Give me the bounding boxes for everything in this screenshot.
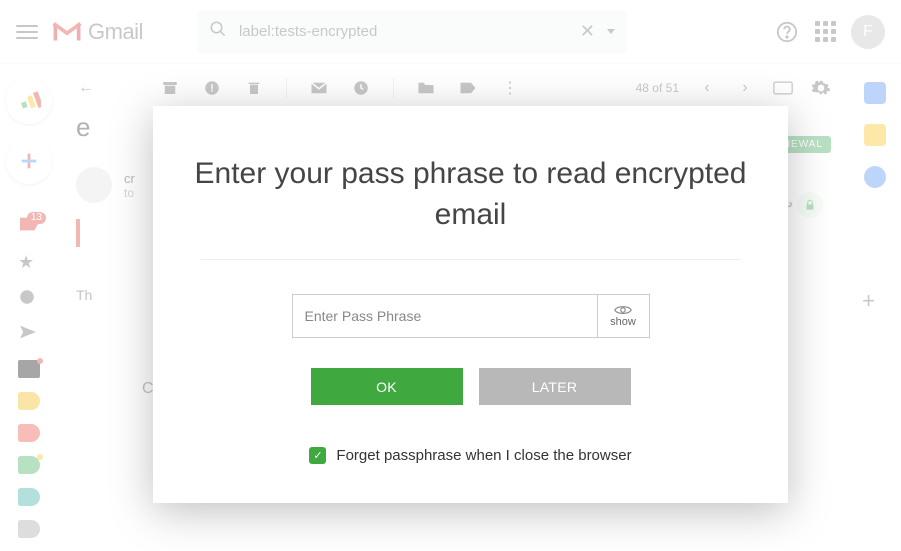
ok-button[interactable]: OK — [311, 368, 463, 405]
input-tools-icon[interactable] — [773, 78, 793, 98]
apps-grid-icon[interactable] — [813, 20, 837, 44]
hamburger-menu-icon[interactable] — [16, 25, 38, 39]
prev-message-icon[interactable]: ‹ — [697, 78, 717, 98]
sender-avatar — [76, 167, 112, 203]
delete-icon[interactable] — [244, 78, 264, 98]
archive-icon[interactable] — [160, 78, 180, 98]
search-bar[interactable]: label:tests-encrypted ✕ — [197, 10, 627, 54]
compose-button[interactable] — [6, 138, 52, 184]
message-counter: 48 of 51 — [636, 81, 679, 95]
tasks-addon-icon[interactable] — [864, 166, 886, 188]
encrypted-lock-icon — [797, 192, 823, 218]
mark-unread-icon[interactable] — [309, 78, 329, 98]
inbox-icon[interactable]: 13 — [18, 216, 40, 238]
snooze-icon[interactable] — [351, 78, 371, 98]
add-addon-icon[interactable]: + — [862, 288, 875, 314]
back-icon[interactable]: ← — [76, 78, 96, 98]
account-avatar[interactable]: F — [851, 15, 885, 49]
snoozed-icon[interactable] — [18, 288, 40, 310]
more-icon[interactable]: ⋮ — [500, 78, 520, 98]
eye-icon — [614, 304, 632, 316]
passphrase-field-group: show — [292, 294, 650, 338]
search-input[interactable]: label:tests-encrypted — [239, 23, 568, 40]
label-teal-icon[interactable] — [18, 488, 40, 506]
dialog-title: Enter your pass phrase to read encrypted… — [193, 154, 748, 235]
divider — [201, 259, 741, 260]
clear-search-icon[interactable]: ✕ — [580, 21, 595, 42]
keep-addon-icon[interactable] — [864, 124, 886, 146]
sender-line: cr — [124, 171, 135, 186]
reply-area[interactable]: C — [142, 380, 154, 398]
spam-icon[interactable] — [202, 78, 222, 98]
gmail-logo[interactable]: Gmail — [52, 19, 143, 45]
mail-toolbar: ← ⋮ 48 of 51 ‹ › — [0, 64, 901, 112]
label-red-icon[interactable] — [18, 424, 40, 442]
label-orange-icon[interactable] — [18, 392, 40, 410]
forget-passphrase-option[interactable]: ✓ Forget passphrase when I close the bro… — [309, 447, 631, 464]
search-options-caret-icon[interactable] — [607, 29, 615, 34]
passphrase-dialog: Enter your pass phrase to read encrypted… — [153, 106, 788, 503]
labels-icon[interactable] — [458, 78, 478, 98]
label-green-icon[interactable] — [18, 456, 40, 474]
help-icon[interactable] — [775, 20, 799, 44]
label-grey-icon[interactable] — [18, 520, 40, 538]
checkbox-checked-icon[interactable]: ✓ — [309, 447, 326, 464]
flowcrypt-icon[interactable] — [6, 78, 52, 124]
app-name: Gmail — [88, 19, 143, 45]
sent-icon[interactable] — [18, 324, 40, 346]
show-passphrase-button[interactable]: show — [597, 295, 649, 337]
label-black-icon[interactable] — [18, 360, 40, 378]
settings-gear-icon[interactable] — [811, 78, 831, 98]
to-line: to — [124, 186, 135, 200]
move-to-icon[interactable] — [416, 78, 436, 98]
starred-icon[interactable]: ★ — [18, 252, 40, 274]
next-message-icon[interactable]: › — [735, 78, 755, 98]
passphrase-input[interactable] — [293, 295, 597, 337]
search-icon — [209, 20, 227, 43]
calendar-addon-icon[interactable] — [864, 82, 886, 104]
later-button[interactable]: LATER — [479, 368, 631, 405]
encrypted-indicator-bar — [76, 219, 80, 247]
forget-passphrase-label: Forget passphrase when I close the brows… — [336, 447, 631, 464]
